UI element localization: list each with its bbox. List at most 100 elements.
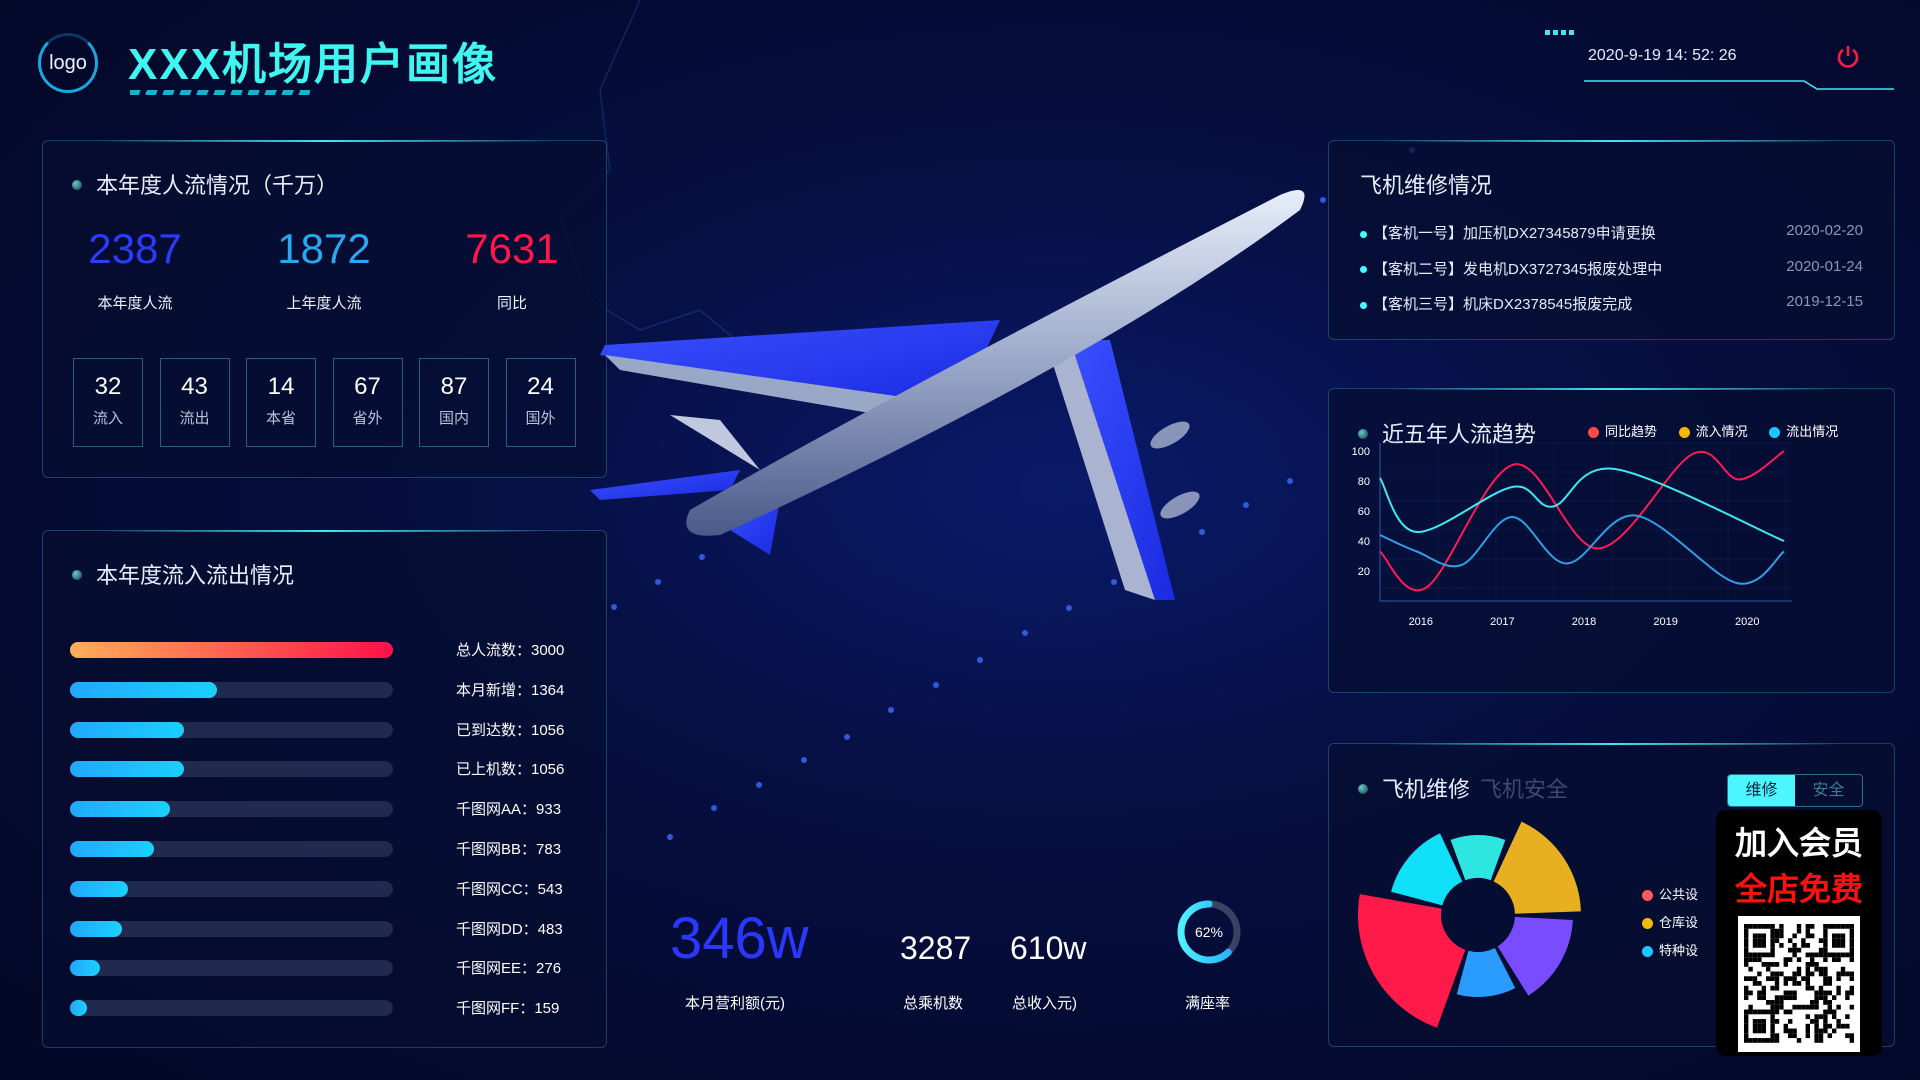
maintenance-date: 2020-02-20 bbox=[1786, 222, 1863, 239]
legend-label: 公共设 bbox=[1659, 887, 1699, 902]
occupancy-value: 62% bbox=[1195, 924, 1223, 940]
bar-label: 千图网AA：933 bbox=[456, 801, 562, 819]
promo-overlay[interactable]: 加入会员 全店免费 bbox=[1716, 810, 1882, 1056]
stat-box: 24 国外 bbox=[505, 358, 576, 447]
yoy-traffic: 7631 bbox=[465, 225, 559, 272]
flow-bar-row: 已上机数：1056 bbox=[70, 761, 590, 779]
datetime: 2020-9-19 14: 52: 26 bbox=[1588, 47, 1737, 64]
flow-bar-row: 千图网EE：276 bbox=[70, 960, 590, 978]
stat-value: 87 bbox=[440, 373, 468, 400]
legend-label: 特种设 bbox=[1659, 943, 1699, 958]
maintenance-text: 【客机三号】机床DX2378545报废完成 bbox=[1373, 296, 1633, 313]
stat-value: 67 bbox=[354, 373, 381, 400]
stat-box: 87 国内 bbox=[419, 358, 489, 447]
page-title: XXX机场用户画像 bbox=[128, 40, 499, 89]
header-decor bbox=[1545, 30, 1575, 35]
bar-label: 千图网BB：783 bbox=[456, 841, 562, 858]
current-year-label: 本年度人流 bbox=[97, 295, 173, 312]
stat-label: 流出 bbox=[179, 410, 210, 427]
last-year-label: 上年度人流 bbox=[286, 295, 362, 312]
stat-box: 14 本省 bbox=[246, 358, 316, 447]
x-tick-label: 2016 bbox=[1409, 616, 1433, 628]
x-tick-label: 2018 bbox=[1572, 616, 1596, 628]
bar-fill bbox=[70, 960, 100, 977]
y-tick-label: 80 bbox=[1358, 476, 1370, 488]
legend-label: 仓库设 bbox=[1659, 915, 1699, 930]
bullet-icon bbox=[1360, 266, 1367, 274]
logo: logo bbox=[38, 33, 98, 93]
rose-legend-item: 特种设 bbox=[1642, 940, 1698, 959]
stat-label: 流入 bbox=[92, 410, 123, 427]
occupancy-donut: 62% bbox=[1177, 900, 1241, 964]
maintenance-text: 【客机一号】加压机DX27345879申请更换 bbox=[1373, 225, 1656, 242]
bar-label: 千图网FF：159 bbox=[456, 1000, 560, 1018]
bullet-icon bbox=[1360, 230, 1367, 238]
repair-tabs: 维修 安全 bbox=[1727, 774, 1863, 807]
bullet-icon bbox=[72, 180, 82, 191]
rose-slice[interactable] bbox=[1391, 833, 1463, 906]
flow-bar-row: 千图网CC：543 bbox=[70, 880, 590, 898]
bar-fill bbox=[70, 721, 184, 738]
total-income-value: 610w bbox=[1010, 930, 1087, 966]
bar-label: 千图网CC：543 bbox=[456, 880, 563, 898]
flow-bar-row: 千图网AA：933 bbox=[70, 801, 590, 819]
monthly-profit-label: 本月营利额(元) bbox=[685, 995, 785, 1012]
current-year-traffic: 2387 bbox=[88, 225, 182, 272]
monthly-profit-value: 346w bbox=[670, 906, 809, 971]
y-tick-label: 40 bbox=[1358, 536, 1370, 548]
maintenance-date: 2020-01-24 bbox=[1786, 257, 1863, 275]
stat-box: 32 流入 bbox=[73, 358, 143, 447]
stat-label: 本省 bbox=[265, 410, 296, 427]
stat-value: 14 bbox=[267, 373, 295, 400]
bar-fill bbox=[70, 920, 122, 937]
total-flights-value: 3287 bbox=[900, 930, 972, 966]
tab-safety[interactable]: 安全 bbox=[1795, 775, 1862, 806]
maintenance-item[interactable]: 【客机二号】发电机DX3727345报废处理中 2020-01-24 bbox=[1360, 258, 1863, 279]
stat-label: 国外 bbox=[525, 410, 556, 427]
bar-fill bbox=[70, 801, 171, 818]
stat-box: 43 流出 bbox=[159, 358, 230, 447]
power-icon[interactable] bbox=[1835, 44, 1861, 70]
bar-label: 已到达数：1056 bbox=[456, 721, 565, 739]
bullet-icon bbox=[72, 570, 82, 581]
bar-label: 千图网DD：483 bbox=[456, 920, 563, 938]
bar-label: 已上机数：1056 bbox=[456, 761, 565, 779]
stat-label: 省外 bbox=[352, 410, 383, 427]
bar-track bbox=[70, 1000, 393, 1017]
stat-label: 国内 bbox=[438, 410, 469, 427]
last-year-traffic: 1872 bbox=[277, 225, 371, 272]
qr-code bbox=[1738, 916, 1860, 1052]
rose-legend-item: 仓库设 bbox=[1642, 912, 1698, 931]
bar-fill bbox=[70, 880, 129, 897]
x-tick-label: 2020 bbox=[1735, 616, 1759, 628]
maintenance-item[interactable]: 【客机三号】机床DX2378545报废完成 2019-12-15 bbox=[1360, 293, 1863, 314]
legend-swatch bbox=[1642, 890, 1653, 902]
bullet-icon bbox=[1360, 301, 1367, 309]
bar-label: 千图网EE：276 bbox=[456, 960, 562, 978]
flow-bar-row: 千图网BB：783 bbox=[70, 841, 590, 858]
promo-line2: 全店免费 bbox=[1734, 871, 1863, 907]
y-tick-label: 20 bbox=[1358, 566, 1370, 578]
y-tick-label: 100 bbox=[1352, 446, 1370, 458]
maintenance-item[interactable]: 【客机一号】加压机DX27345879申请更换 2020-02-20 bbox=[1360, 222, 1863, 243]
stat-value: 24 bbox=[527, 373, 554, 400]
stat-value: 43 bbox=[181, 373, 208, 400]
flow-bar-row: 总人流数：3000 bbox=[70, 642, 590, 659]
flow-title: 本年度流入流出情况 bbox=[72, 558, 294, 590]
flow-bar-row: 已到达数：1056 bbox=[70, 721, 590, 739]
flow-bar-row: 本月新增：1364 bbox=[70, 681, 590, 699]
tab-repair[interactable]: 维修 bbox=[1728, 775, 1795, 806]
traffic-title: 本年度人流情况（千万） bbox=[72, 168, 338, 200]
promo-line1: 加入会员 bbox=[1734, 825, 1863, 861]
rose-slice[interactable] bbox=[1450, 835, 1506, 881]
rose-legend-item: 公共设 bbox=[1642, 884, 1698, 903]
rose-slice[interactable] bbox=[1493, 821, 1581, 914]
flow-bar-row: 千图网DD：483 bbox=[70, 920, 590, 938]
bar-fill bbox=[70, 761, 184, 778]
rose-slice[interactable] bbox=[1358, 894, 1466, 1028]
y-tick-label: 60 bbox=[1358, 506, 1370, 518]
header-line bbox=[1584, 80, 1894, 90]
legend-swatch bbox=[1642, 918, 1653, 930]
trend-chart: 20 40 60 80 100 2016 2017 2018 2019 2020 bbox=[1352, 442, 1792, 628]
total-flights-label: 总乘机数 bbox=[903, 995, 964, 1012]
